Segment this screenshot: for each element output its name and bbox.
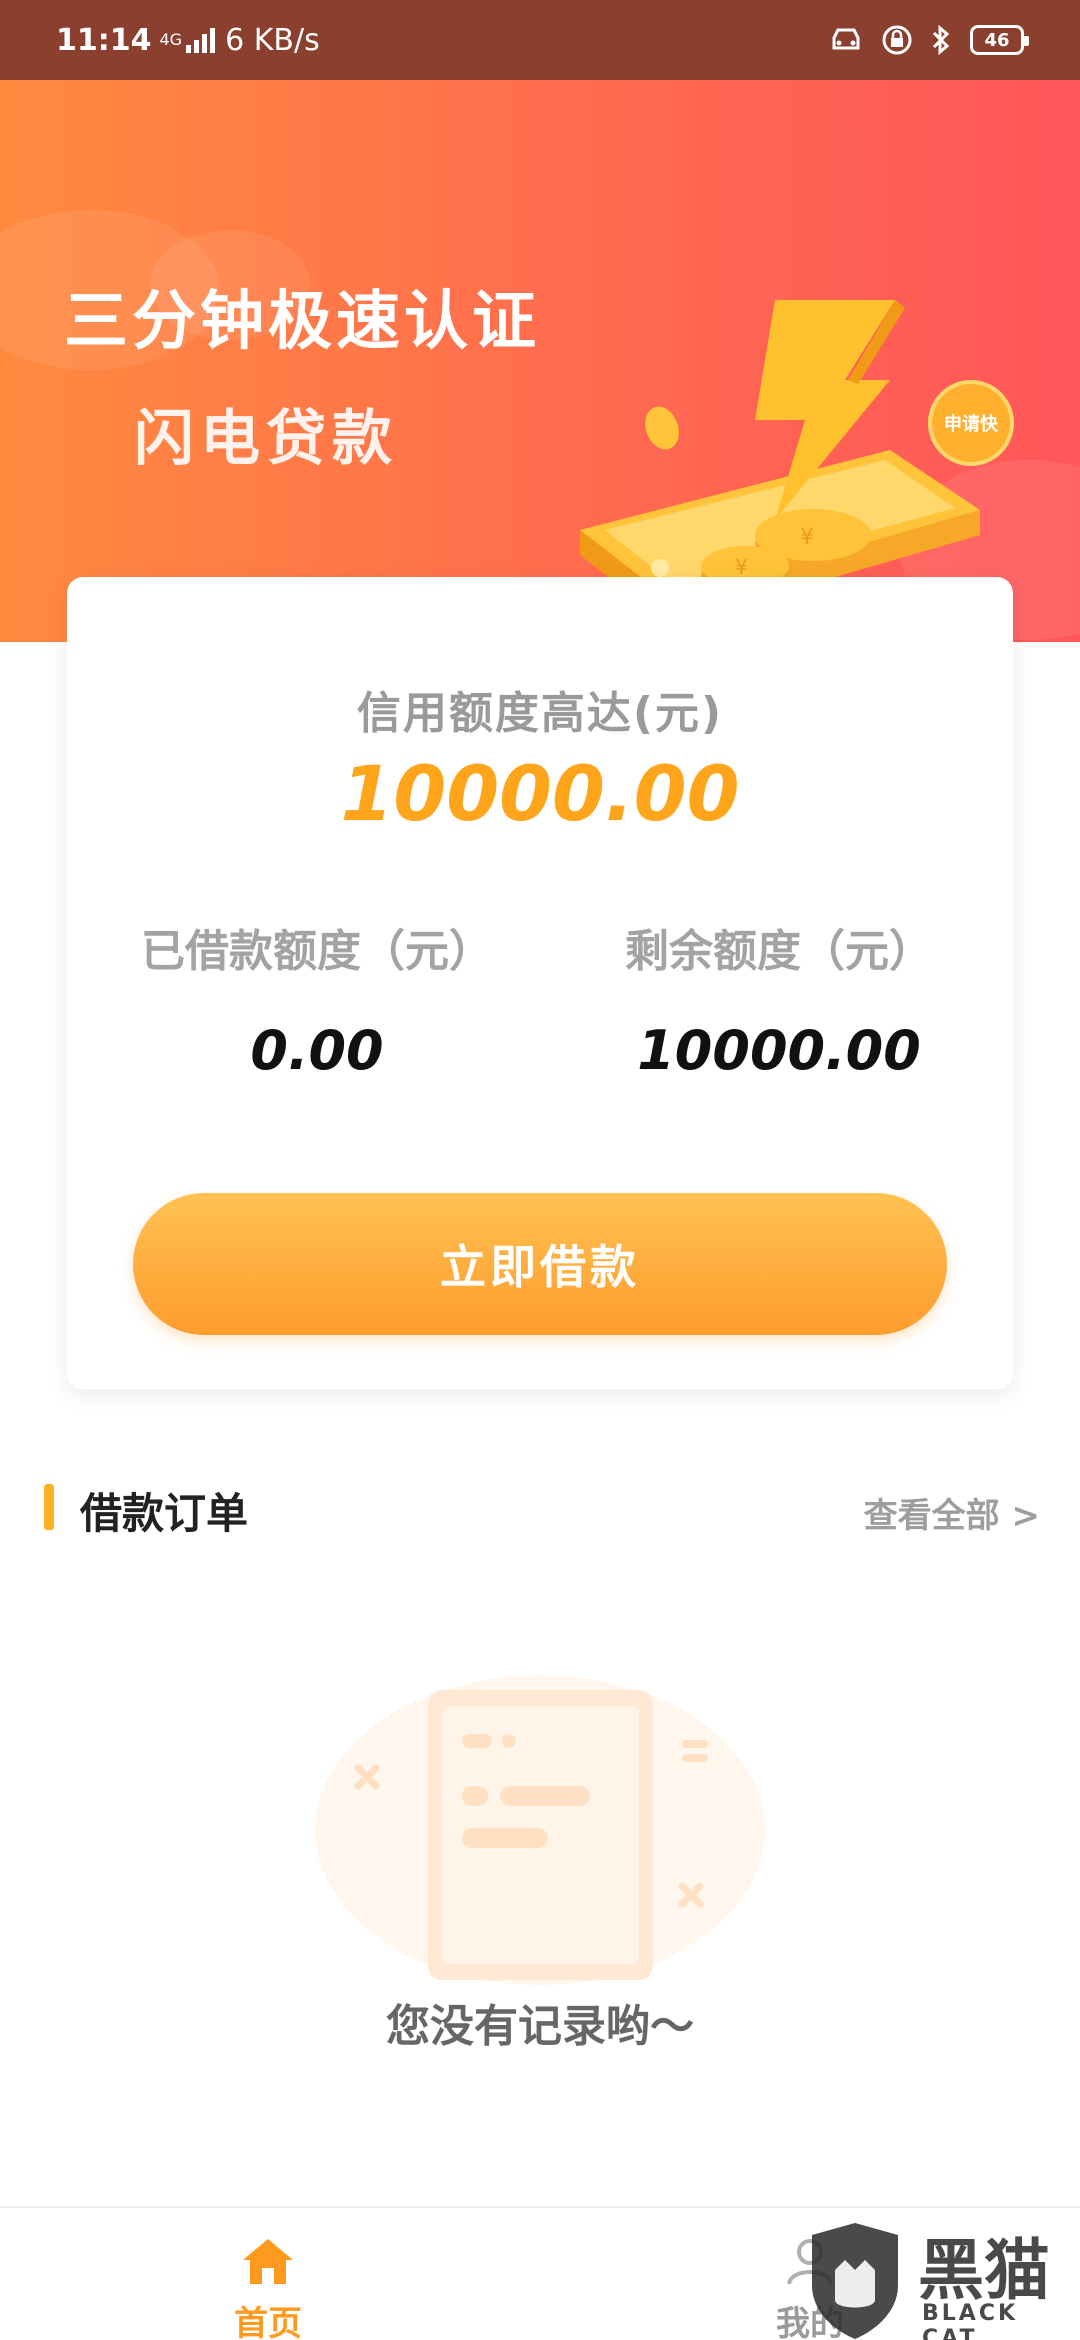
tab-home-label: 首页: [234, 2304, 302, 2340]
credit-card: 信用额度高达(元) 10000.00 已借款额度（元） 0.00 剩余额度（元）…: [67, 577, 1013, 1389]
svg-text:¥: ¥: [735, 555, 748, 579]
bluetooth-icon: [932, 25, 950, 55]
cat-logo-icon: [812, 2223, 898, 2339]
borrowed-section: 已借款额度（元） 0.00: [117, 915, 517, 1082]
watermark-en-text: BLACK CAT: [922, 2301, 1019, 2340]
remaining-section: 剩余额度（元） 10000.00: [579, 915, 979, 1082]
watermark-cn-text: 黑猫: [918, 2232, 1050, 2309]
hero-banner: 三分钟极速认证 闪电贷款 ¥ ¥ 申请快: [0, 80, 1080, 642]
section-accent-bar: [44, 1484, 54, 1530]
remaining-value: 10000.00: [637, 1019, 921, 1082]
battery-icon: 46: [970, 25, 1029, 55]
hero-subtitle: 闪电贷款: [134, 404, 398, 474]
lock-icon: [882, 25, 912, 55]
hero-title: 三分钟极速认证: [64, 285, 540, 359]
car-icon: [832, 28, 860, 50]
tab-home[interactable]: 首页: [118, 2208, 418, 2340]
view-all-link[interactable]: 查看全部 >: [864, 1488, 1040, 1537]
battery-level: 46: [984, 29, 1010, 51]
credit-limit-amount: 10000.00: [340, 749, 740, 838]
apply-fast-badge: 申请快: [928, 380, 1014, 466]
status-time: 11:14: [56, 22, 152, 58]
credit-limit-label: 信用额度高达(元): [356, 688, 724, 739]
orders-header: 借款订单 查看全部 >: [44, 1480, 1040, 1538]
remaining-label: 剩余额度（元）: [625, 926, 933, 977]
home-icon: [243, 2239, 293, 2284]
borrowed-value: 0.00: [250, 1019, 384, 1082]
empty-records-illustration: [315, 1675, 765, 1985]
borrowed-label: 已借款额度（元）: [141, 926, 493, 977]
status-bar: 11:14 4G 6 KB/s 46: [0, 0, 1080, 80]
network-type: 4G: [159, 30, 183, 49]
orders-title: 借款订单: [80, 1489, 249, 1538]
borrow-now-button[interactable]: 立即借款: [133, 1193, 947, 1335]
network-speed: 6 KB/s: [225, 22, 320, 58]
empty-records-text: 您没有记录哟～: [386, 2001, 694, 2052]
black-cat-watermark: 黑猫 BLACK CAT: [800, 2215, 1080, 2340]
signal-icon: [186, 27, 216, 53]
svg-text:¥: ¥: [800, 525, 814, 550]
